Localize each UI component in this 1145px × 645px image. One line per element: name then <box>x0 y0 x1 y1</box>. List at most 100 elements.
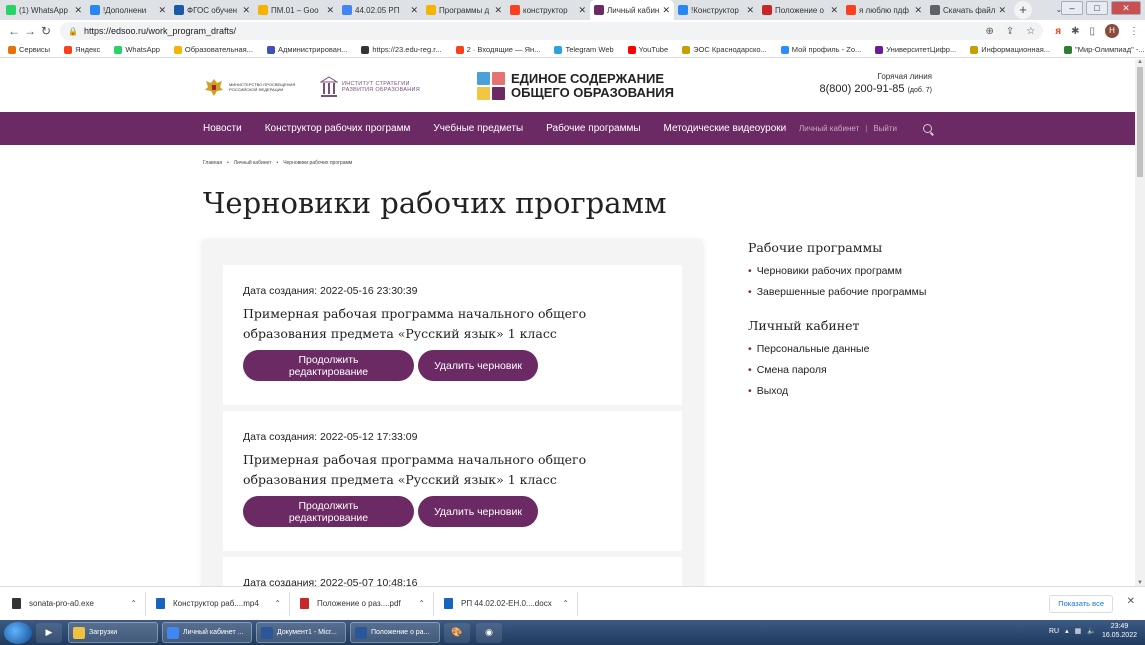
lock-icon[interactable]: 🔒 <box>68 27 78 36</box>
browser-tab[interactable]: Положение о ✕ <box>758 0 842 20</box>
close-tab-icon[interactable]: ✕ <box>74 5 82 16</box>
extensions-icon[interactable]: ✱ <box>1071 26 1079 37</box>
hotline-phone-number[interactable]: 8(800) 200-91-85 <box>819 83 904 95</box>
browser-tab[interactable]: я люблю пдф ✕ <box>842 0 926 20</box>
url-input[interactable]: 🔒 https://edsoo.ru/work_program_drafts/ … <box>60 22 1044 40</box>
close-tab-icon[interactable]: ✕ <box>494 5 502 16</box>
volume-icon[interactable]: 🔈 <box>1087 627 1096 635</box>
taskbar-window-button[interactable]: Загрузки <box>68 622 158 643</box>
bookmark-item[interactable]: Информационная... <box>970 45 1050 54</box>
profile-avatar[interactable]: Н <box>1105 24 1119 38</box>
sidepanel-icon[interactable]: ▯ <box>1089 26 1095 37</box>
delete-draft-button[interactable]: Удалить черновик <box>418 350 538 381</box>
browser-tab[interactable]: ПМ.01 – Goo ✕ <box>254 0 338 20</box>
chevron-up-icon[interactable]: ⌃ <box>130 599 137 608</box>
download-item[interactable]: sonata-pro-a0.exe ⌃ <box>8 591 146 616</box>
sidebar-item-change-password[interactable]: Смена пароля <box>748 364 926 376</box>
page-scrollbar[interactable]: ▲ ▼ <box>1135 59 1145 586</box>
bookmark-item[interactable]: Мой профиль - Zo... <box>780 45 861 54</box>
show-all-downloads-button[interactable]: Показать все <box>1049 595 1113 613</box>
reload-icon[interactable]: ↻ <box>38 24 54 38</box>
close-tab-icon[interactable]: ✕ <box>326 5 334 16</box>
taskbar-window-button[interactable]: Личный кабинет ... <box>162 622 252 643</box>
bookmark-item[interactable]: 2 · Входящие — Ян... <box>455 45 540 54</box>
share-icon[interactable]: ⇪ <box>1006 26 1014 37</box>
download-item[interactable]: Положение о раз....pdf ⌃ <box>296 591 434 616</box>
browser-tab[interactable]: ФГОС обучен ✕ <box>170 0 254 20</box>
delete-draft-button[interactable]: Удалить черновик <box>418 496 538 527</box>
tray-arrow-icon[interactable]: ▴ <box>1065 627 1069 635</box>
browser-tab[interactable]: Скачать файл ✕ <box>926 0 1010 20</box>
logout-link[interactable]: Выйти <box>873 124 897 133</box>
close-tab-icon[interactable]: ✕ <box>914 5 922 16</box>
bookmark-item[interactable]: ЭОС Краснодарско... <box>682 45 767 54</box>
forward-icon[interactable]: → <box>22 24 38 38</box>
bookmark-item[interactable]: Telegram Web <box>554 45 614 54</box>
chevron-up-icon[interactable]: ⌃ <box>274 599 281 608</box>
close-tab-icon[interactable]: ✕ <box>830 5 838 16</box>
breadcrumb-account[interactable]: Личный кабинет <box>234 160 272 166</box>
new-tab-button[interactable]: + <box>1014 1 1032 19</box>
nav-item[interactable]: Новости <box>203 123 242 134</box>
media-player-icon[interactable]: ▶ <box>36 622 62 643</box>
continue-editing-button[interactable]: Продолжить редактирование <box>243 350 414 381</box>
bookmark-item[interactable]: WhatsApp <box>114 45 160 54</box>
institute-logo[interactable]: ИНСТИТУТ СТРАТЕГИИ РАЗВИТИЯ ОБРАЗОВАНИЯ <box>320 76 432 98</box>
close-tab-icon[interactable]: ✕ <box>662 5 670 16</box>
browser-tab[interactable]: Личный кабин ✕ <box>590 0 674 20</box>
bookmark-item[interactable]: https://23.edu-reg.r... <box>361 45 442 54</box>
bookmark-star-icon[interactable]: ☆ <box>1026 26 1035 37</box>
nav-item[interactable]: Методические видеоуроки <box>664 123 787 134</box>
scrollbar-thumb[interactable] <box>1137 67 1143 177</box>
scroll-up-icon[interactable]: ▲ <box>1137 59 1143 65</box>
close-tab-icon[interactable]: ✕ <box>158 5 166 16</box>
ministry-logo[interactable]: МИНИСТЕРСТВО ПРОСВЕЩЕНИЯ РОССИЙСКОЙ ФЕДЕ… <box>203 76 299 98</box>
nav-item[interactable]: Рабочие программы <box>546 123 640 134</box>
sidebar-item-personal-data[interactable]: Персональные данные <box>748 343 926 355</box>
sidebar-item-completed[interactable]: Завершенные рабочие программы <box>748 286 927 298</box>
taskbar-window-button[interactable]: Положение о ра... <box>350 622 440 643</box>
close-tab-icon[interactable]: ✕ <box>242 5 250 16</box>
browser-tab[interactable]: 44.02.05 РП ✕ <box>338 0 422 20</box>
yandex-extension-icon[interactable]: я <box>1055 26 1061 37</box>
download-item[interactable]: РП 44.02.02-ЕН.0....docx ⌃ <box>440 591 578 616</box>
browser-tab[interactable]: конструктор ✕ <box>506 0 590 20</box>
back-icon[interactable]: ← <box>6 24 22 38</box>
site-brand-logo[interactable]: ЕДИНОЕ СОДЕРЖАНИЕ ОБЩЕГО ОБРАЗОВАНИЯ <box>477 72 674 100</box>
sidebar-item-drafts[interactable]: Черновики рабочих программ <box>748 265 926 277</box>
paint-icon[interactable]: 🎨 <box>444 622 470 643</box>
chevron-up-icon[interactable]: ⌃ <box>562 599 569 608</box>
language-indicator[interactable]: RU <box>1049 628 1059 635</box>
bookmark-item[interactable]: "Мир-Олимпиад" -... <box>1064 45 1145 54</box>
menu-icon[interactable]: ⋮ <box>1129 26 1139 37</box>
bookmark-item[interactable]: Яндекс <box>64 45 100 54</box>
network-icon[interactable]: ▦ <box>1075 627 1082 635</box>
browser-tab[interactable]: !Конструктор ✕ <box>674 0 758 20</box>
close-tab-icon[interactable]: ✕ <box>998 5 1006 16</box>
clock[interactable]: 23:49 16.05.2022 <box>1102 622 1137 640</box>
close-window-button[interactable]: ✕ <box>1111 1 1141 15</box>
bookmark-item[interactable]: YouTube <box>627 45 668 54</box>
account-link[interactable]: Личный кабинет <box>799 124 859 133</box>
bookmark-item[interactable]: Сервисы <box>8 45 50 54</box>
chevron-up-icon[interactable]: ⌃ <box>418 599 425 608</box>
close-tab-icon[interactable]: ✕ <box>746 5 754 16</box>
nav-item[interactable]: Учебные предметы <box>433 123 523 134</box>
browser-tab[interactable]: Программы д ✕ <box>422 0 506 20</box>
start-button[interactable] <box>4 621 32 644</box>
close-tab-icon[interactable]: ✕ <box>410 5 418 16</box>
hotline-phone[interactable]: 8(800) 200-91-85 (доб. 7) <box>819 83 932 95</box>
browser-tab[interactable]: !Дополнени ✕ <box>86 0 170 20</box>
bookmark-item[interactable]: Администрирован... <box>266 45 347 54</box>
continue-editing-button[interactable]: Продолжить редактирование <box>243 496 414 527</box>
close-tab-icon[interactable]: ✕ <box>578 5 586 16</box>
nav-item[interactable]: Конструктор рабочих программ <box>265 123 411 134</box>
sidebar-item-logout[interactable]: Выход <box>748 385 926 397</box>
minimize-button[interactable]: – <box>1061 1 1083 15</box>
download-item[interactable]: Конструктор раб....mp4 ⌃ <box>152 591 290 616</box>
zoom-icon[interactable]: ⊕ <box>986 26 994 37</box>
breadcrumb-home[interactable]: Главная <box>203 160 222 166</box>
maximize-button[interactable]: □ <box>1086 1 1108 15</box>
close-downloads-icon[interactable]: ✕ <box>1127 596 1135 607</box>
browser-tab[interactable]: (1) WhatsApp ✕ <box>2 0 86 20</box>
